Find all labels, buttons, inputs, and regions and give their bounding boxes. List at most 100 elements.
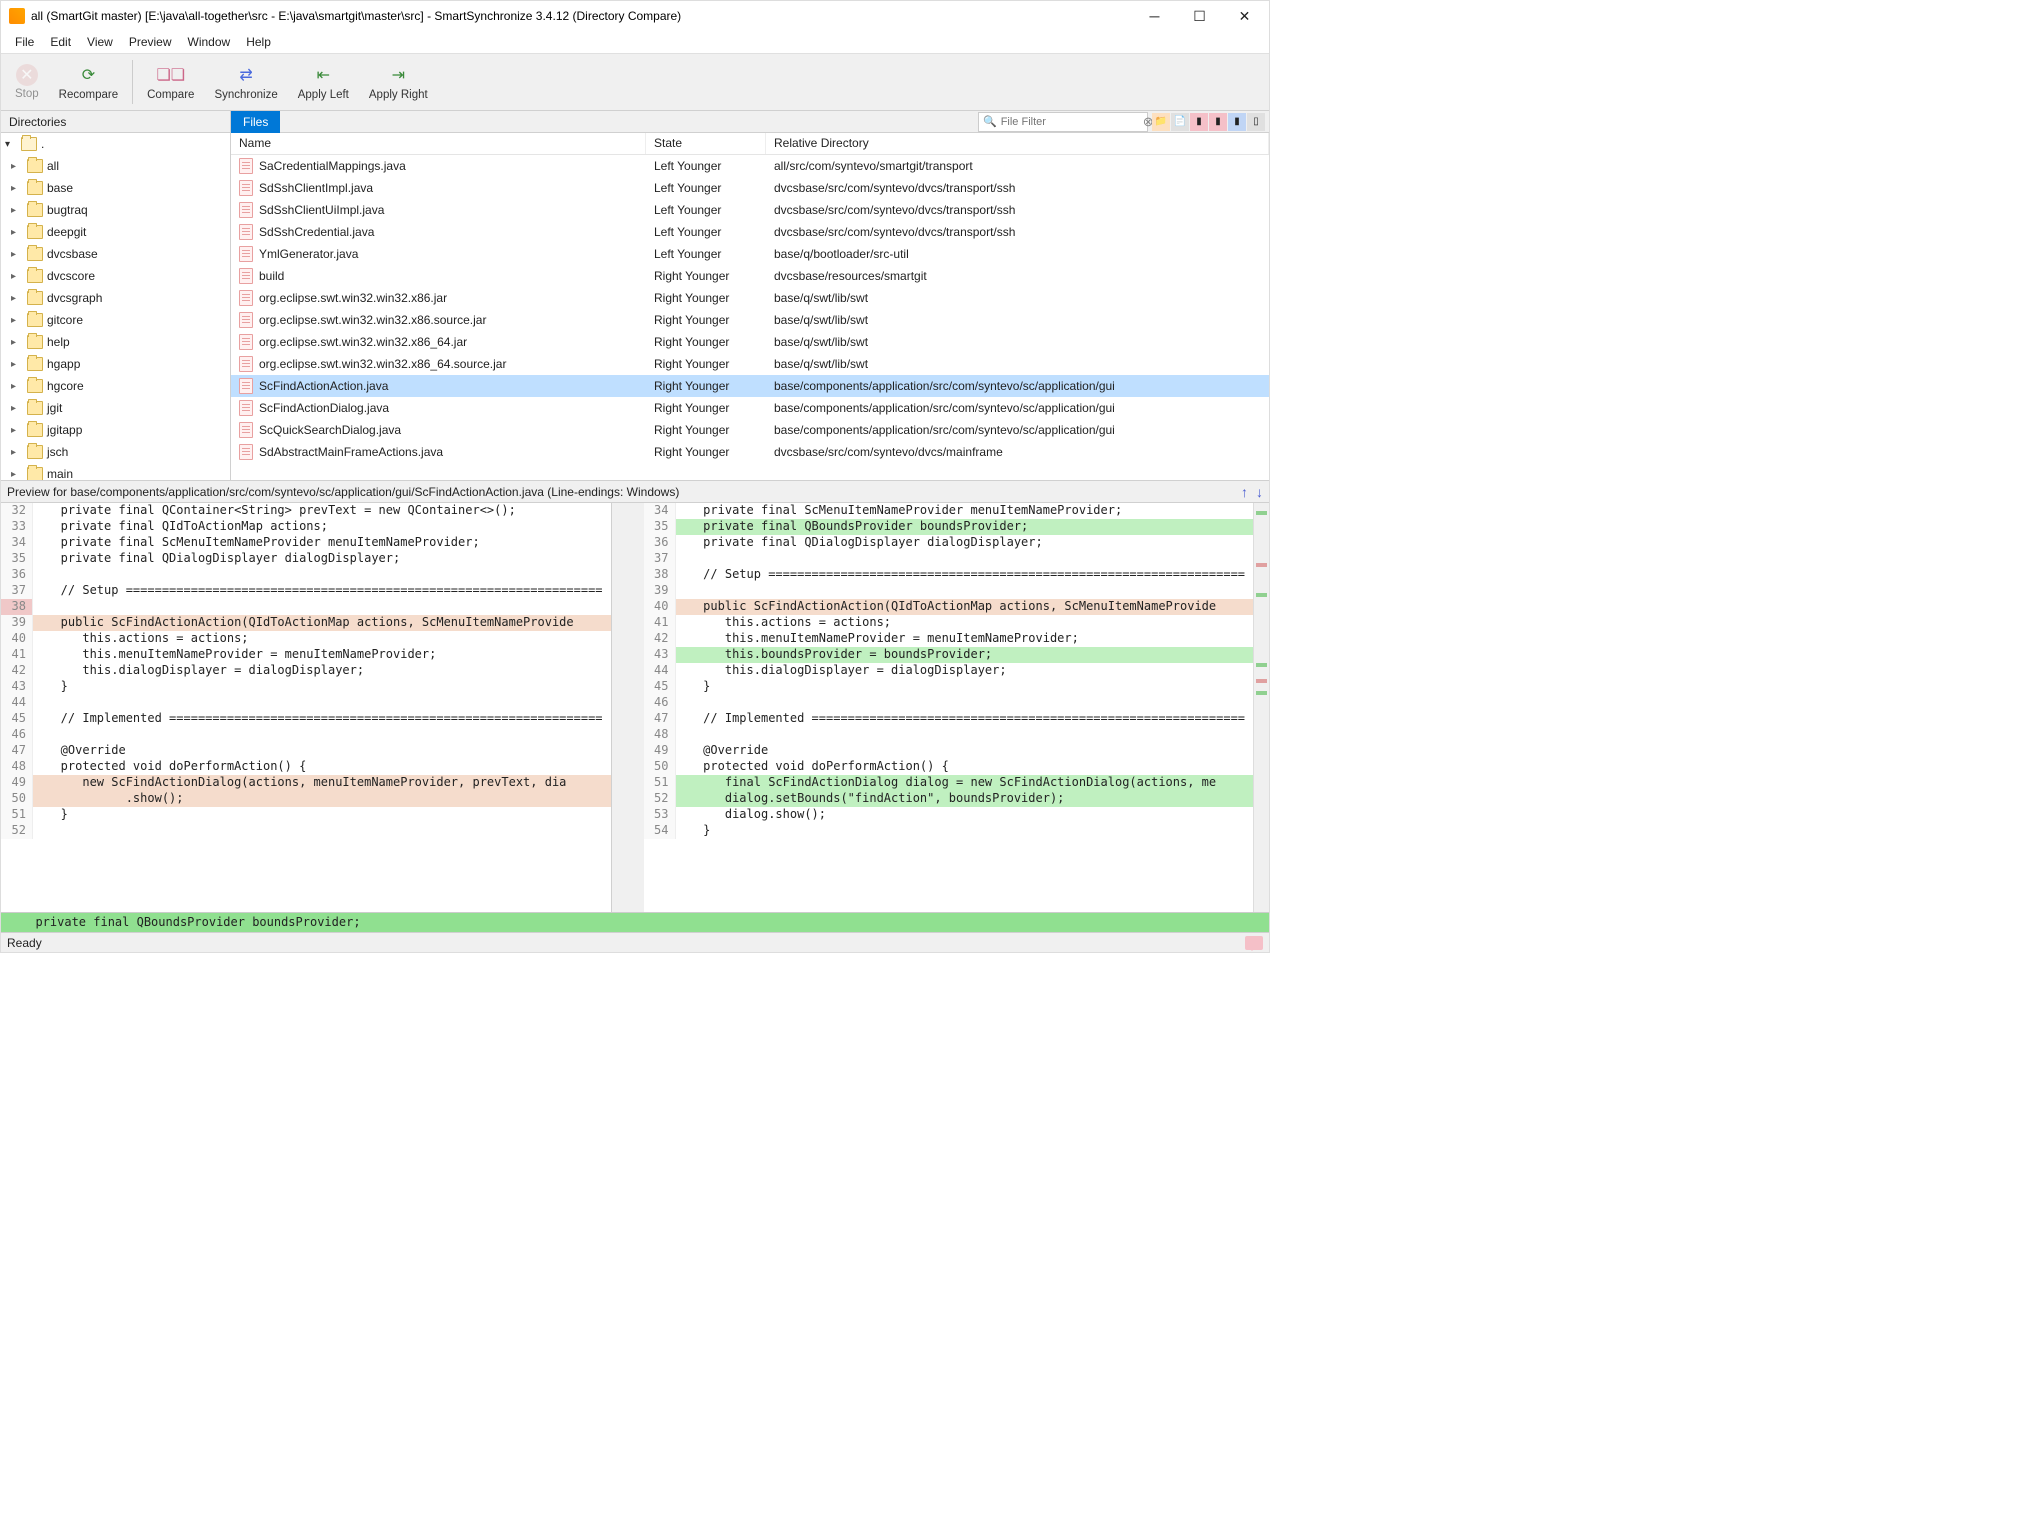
code-line[interactable]: 46 [644, 695, 1254, 711]
code-line[interactable]: 42 this.dialogDisplayer = dialogDisplaye… [1, 663, 611, 679]
code-line[interactable]: 37 // Setup ============================… [1, 583, 611, 599]
tree-item[interactable]: ▸jgit [1, 397, 230, 419]
expand-icon[interactable]: ▸ [11, 315, 23, 326]
expand-icon[interactable]: ▸ [11, 337, 23, 348]
close-button[interactable]: ✕ [1222, 2, 1267, 30]
expand-icon[interactable]: ▸ [11, 227, 23, 238]
expand-icon[interactable]: ▸ [11, 359, 23, 370]
code-line[interactable]: 43 } [1, 679, 611, 695]
code-line[interactable]: 42 this.menuItemNameProvider = menuItemN… [644, 631, 1254, 647]
code-line[interactable]: 37 [644, 551, 1254, 567]
code-line[interactable]: 51 } [1, 807, 611, 823]
synchronize-button[interactable]: ⇄ Synchronize [204, 55, 287, 109]
expand-icon[interactable]: ▸ [11, 293, 23, 304]
code-line[interactable]: 54 } [644, 823, 1254, 839]
tree-item[interactable]: ▸hgcore [1, 375, 230, 397]
prev-diff-icon[interactable]: ↑ [1241, 484, 1248, 500]
expand-icon[interactable]: ▸ [11, 205, 23, 216]
code-line[interactable]: 34 private final ScMenuItemNameProvider … [1, 535, 611, 551]
code-line[interactable]: 32 private final QContainer<String> prev… [1, 503, 611, 519]
code-line[interactable]: 43 this.boundsProvider = boundsProvider; [644, 647, 1254, 663]
file-table-body[interactable]: SaCredentialMappings.javaLeft Youngerall… [231, 155, 1269, 480]
table-row[interactable]: ScFindActionDialog.javaRight Youngerbase… [231, 397, 1269, 419]
expand-icon[interactable]: ▸ [11, 425, 23, 436]
tree-item[interactable]: ▸hgapp [1, 353, 230, 375]
menu-help[interactable]: Help [238, 33, 279, 51]
code-line[interactable]: 41 this.actions = actions; [644, 615, 1254, 631]
expand-icon[interactable]: ▸ [11, 403, 23, 414]
code-line[interactable]: 38 [1, 599, 611, 615]
code-line[interactable]: 48 protected void doPerformAction() { [1, 759, 611, 775]
code-line[interactable]: 50 .show(); [1, 791, 611, 807]
tree-item[interactable]: ▸jgitapp [1, 419, 230, 441]
expand-icon[interactable]: ▾ [5, 139, 17, 150]
code-line[interactable]: 49 @Override [644, 743, 1254, 759]
table-row[interactable]: buildRight Youngerdvcsbase/resources/sma… [231, 265, 1269, 287]
expand-icon[interactable]: ▸ [11, 381, 23, 392]
code-line[interactable]: 35 private final QBoundsProvider boundsP… [644, 519, 1254, 535]
table-row[interactable]: SdAbstractMainFrameActions.javaRight You… [231, 441, 1269, 463]
code-line[interactable]: 45 } [644, 679, 1254, 695]
tree-item[interactable]: ▸base [1, 177, 230, 199]
next-diff-icon[interactable]: ↓ [1256, 484, 1263, 500]
tree-item[interactable]: ▸help [1, 331, 230, 353]
code-line[interactable]: 45 // Implemented ======================… [1, 711, 611, 727]
code-line[interactable]: 53 dialog.show(); [644, 807, 1254, 823]
code-line[interactable]: 47 @Override [1, 743, 611, 759]
code-line[interactable]: 41 this.menuItemNameProvider = menuItemN… [1, 647, 611, 663]
diff-right-content[interactable]: 34 private final ScMenuItemNameProvider … [644, 503, 1254, 912]
table-row[interactable]: org.eclipse.swt.win32.win32.x86_64.jarRi… [231, 331, 1269, 353]
filter-right-younger-icon[interactable]: ▮ [1209, 113, 1227, 131]
diff-overview[interactable] [1253, 503, 1269, 912]
menu-edit[interactable]: Edit [42, 33, 79, 51]
table-row[interactable]: org.eclipse.swt.win32.win32.x86.source.j… [231, 309, 1269, 331]
code-line[interactable]: 40 public ScFindActionAction(QIdToAction… [644, 599, 1254, 615]
code-line[interactable]: 39 public ScFindActionAction(QIdToAction… [1, 615, 611, 631]
code-line[interactable]: 44 this.dialogDisplayer = dialogDisplaye… [644, 663, 1254, 679]
code-line[interactable]: 39 [644, 583, 1254, 599]
table-row[interactable]: org.eclipse.swt.win32.win32.x86.jarRight… [231, 287, 1269, 309]
code-line[interactable]: 35 private final QDialogDisplayer dialog… [1, 551, 611, 567]
recompare-button[interactable]: ⟳ Recompare [49, 55, 128, 109]
code-line[interactable]: 33 private final QIdToActionMap actions; [1, 519, 611, 535]
code-line[interactable]: 38 // Setup ============================… [644, 567, 1254, 583]
file-filter-box[interactable]: 🔍 ⊗ [978, 112, 1148, 132]
tree-item[interactable]: ▸gitcore [1, 309, 230, 331]
expand-icon[interactable]: ▸ [11, 249, 23, 260]
column-relative-directory[interactable]: Relative Directory [766, 133, 1269, 154]
filter-left-only-icon[interactable]: 📁 [1152, 113, 1170, 131]
tree-item[interactable]: ▸all [1, 155, 230, 177]
menu-window[interactable]: Window [180, 33, 239, 51]
file-filter-input[interactable] [1001, 116, 1143, 128]
table-row[interactable]: SdSshClientUiImpl.javaLeft Youngerdvcsba… [231, 199, 1269, 221]
code-line[interactable]: 49 new ScFindActionDialog(actions, menuI… [1, 775, 611, 791]
maximize-button[interactable]: ☐ [1177, 2, 1222, 30]
column-state[interactable]: State [646, 133, 766, 154]
code-line[interactable]: 52 dialog.setBounds("findAction", bounds… [644, 791, 1254, 807]
filter-right-only-icon[interactable]: ▮ [1228, 113, 1246, 131]
tree-item[interactable]: ▸dvcsgraph [1, 287, 230, 309]
table-row[interactable]: YmlGenerator.javaLeft Youngerbase/q/boot… [231, 243, 1269, 265]
expand-icon[interactable]: ▸ [11, 469, 23, 480]
tree-item[interactable]: ▸dvcscore [1, 265, 230, 287]
code-line[interactable]: 40 this.actions = actions; [1, 631, 611, 647]
diff-left-content[interactable]: 32 private final QContainer<String> prev… [1, 503, 611, 912]
table-row[interactable]: SaCredentialMappings.javaLeft Youngerall… [231, 155, 1269, 177]
feedback-icon[interactable] [1245, 936, 1263, 950]
table-row[interactable]: ScQuickSearchDialog.javaRight Youngerbas… [231, 419, 1269, 441]
tree-root[interactable]: ▾. [1, 133, 230, 155]
expand-icon[interactable]: ▸ [11, 447, 23, 458]
code-line[interactable]: 46 [1, 727, 611, 743]
column-name[interactable]: Name [231, 133, 646, 154]
table-row[interactable]: org.eclipse.swt.win32.win32.x86_64.sourc… [231, 353, 1269, 375]
code-line[interactable]: 34 private final ScMenuItemNameProvider … [644, 503, 1254, 519]
directory-tree[interactable]: ▾.▸all▸base▸bugtraq▸deepgit▸dvcsbase▸dvc… [1, 133, 230, 480]
filter-changed-icon[interactable]: ▮ [1190, 113, 1208, 131]
code-line[interactable]: 36 [1, 567, 611, 583]
table-row[interactable]: SdSshCredential.javaLeft Youngerdvcsbase… [231, 221, 1269, 243]
code-line[interactable]: 51 final ScFindActionDialog dialog = new… [644, 775, 1254, 791]
apply-left-button[interactable]: ⇤ Apply Left [288, 55, 359, 109]
expand-icon[interactable]: ▸ [11, 161, 23, 172]
tree-item[interactable]: ▸deepgit [1, 221, 230, 243]
menu-view[interactable]: View [79, 33, 121, 51]
